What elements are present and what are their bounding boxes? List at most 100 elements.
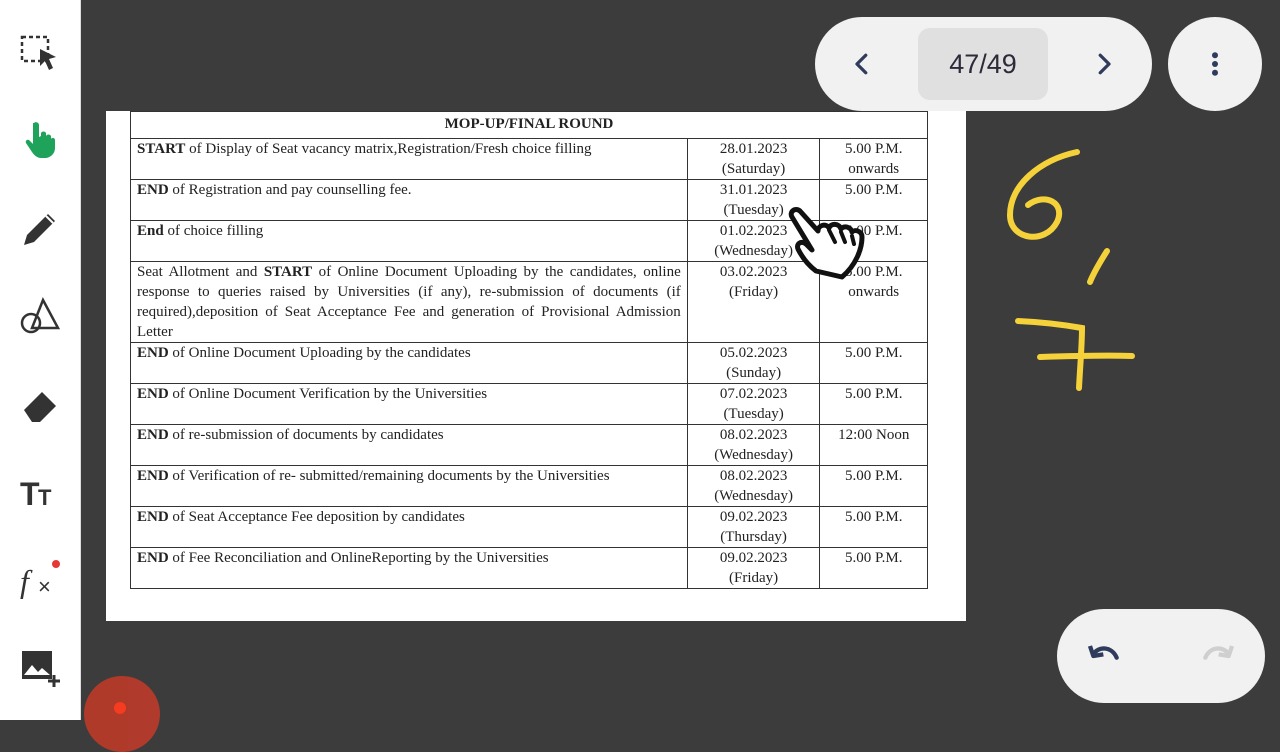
redo-icon xyxy=(1203,645,1235,660)
add-image-icon[interactable] xyxy=(16,643,64,691)
time-cell: 5.00 P.M. onwards xyxy=(819,138,928,180)
date-cell: 07.02.2023 (Tuesday) xyxy=(686,383,821,425)
day-value: (Tuesday) xyxy=(723,406,784,422)
history-controls xyxy=(1057,609,1265,703)
activity-keyword: END xyxy=(137,427,169,443)
table-row: END of Verification of re- submitted/rem… xyxy=(130,465,928,507)
activity-text: of Verification of re- submitted/remaini… xyxy=(168,468,610,484)
time-value: 5.00 P.M. xyxy=(844,182,903,198)
time-value: 5.00 P.M. xyxy=(844,345,903,361)
time-value: 5.00 P.M. xyxy=(844,141,903,157)
activity-text: of Online Document Verification by the U… xyxy=(168,386,488,402)
activity-cell: END of Seat Acceptance Fee deposition by… xyxy=(130,506,688,548)
redo-button[interactable] xyxy=(1193,632,1241,680)
date-cell: 09.02.2023 (Friday) xyxy=(686,547,821,589)
next-page-button[interactable] xyxy=(1080,40,1128,88)
hand-cursor-icon xyxy=(788,207,865,280)
time-value: 5.00 P.M. xyxy=(844,468,903,484)
date-value: 28.01.2023 xyxy=(719,141,788,157)
text-size-icon[interactable]: TT xyxy=(16,467,64,515)
time-value: 5.00 P.M. xyxy=(844,386,903,402)
activity-text: of choice filling xyxy=(163,223,264,239)
shapes-icon[interactable] xyxy=(16,292,64,340)
activity-text: of Fee Reconciliation and OnlineReportin… xyxy=(168,550,549,566)
formula-icon[interactable]: f × xyxy=(16,554,64,602)
previous-page-button[interactable] xyxy=(838,40,886,88)
activity-cell: END of Online Document Verification by t… xyxy=(130,383,688,425)
activity-prefix: Seat Allotment and xyxy=(137,264,264,280)
pdf-page: MOP-UP/FINAL ROUND START of Display of S… xyxy=(106,111,966,621)
date-value: 31.01.2023 xyxy=(719,182,788,198)
activity-text: of Registration and pay counselling fee. xyxy=(168,182,412,198)
table-row: END of Fee Reconciliation and OnlineRepo… xyxy=(130,547,928,589)
activity-cell: END of Registration and pay counselling … xyxy=(130,179,688,221)
eraser-icon[interactable] xyxy=(16,380,64,428)
activity-keyword: START xyxy=(263,264,313,280)
more-vertical-icon xyxy=(1212,52,1218,76)
time-cell: 5.00 P.M. xyxy=(819,506,928,548)
tool-sidebar: TT f × xyxy=(0,0,81,720)
time-cell: 5.00 P.M. xyxy=(819,465,928,507)
page-indicator[interactable]: 47/49 xyxy=(918,28,1048,100)
activity-cell: END of re-submission of documents by can… xyxy=(130,424,688,466)
table-row: END of Seat Acceptance Fee deposition by… xyxy=(130,506,928,548)
ink-six xyxy=(1006,149,1080,240)
date-cell: 05.02.2023 (Sunday) xyxy=(686,342,821,384)
table-row: END of Online Document Uploading by the … xyxy=(130,342,928,384)
time-cell: 5.00 P.M. xyxy=(819,547,928,589)
record-button[interactable] xyxy=(84,676,160,752)
activity-keyword: END xyxy=(137,182,169,198)
time-value: 5.00 P.M. xyxy=(844,509,903,525)
activity-cell: END of Verification of re- submitted/rem… xyxy=(130,465,688,507)
svg-text:×: × xyxy=(38,574,51,599)
date-cell: 08.02.2023 (Wednesday) xyxy=(686,424,821,466)
table-row: END of Online Document Verification by t… xyxy=(130,383,928,425)
date-value: 07.02.2023 xyxy=(719,386,788,402)
day-value: (Thursday) xyxy=(720,529,787,545)
table-row: START of Display of Seat vacancy matrix,… xyxy=(130,138,928,180)
pointer-hand-icon[interactable] xyxy=(16,115,64,163)
svg-text:f: f xyxy=(20,563,33,599)
more-options-button[interactable] xyxy=(1168,17,1262,111)
activity-keyword: START xyxy=(137,141,186,157)
pen-icon[interactable] xyxy=(16,205,64,253)
day-value: (Wednesday) xyxy=(714,488,793,504)
activity-text: of Online Document Uploading by the cand… xyxy=(168,345,471,361)
day-value: (Sunday) xyxy=(726,365,782,381)
date-cell: 09.02.2023 (Thursday) xyxy=(686,506,821,548)
time-suffix: onwards xyxy=(848,161,900,177)
table-title: MOP-UP/FINAL ROUND xyxy=(130,111,928,139)
activity-cell: Seat Allotment and START of Online Docum… xyxy=(130,261,688,343)
activity-keyword: END xyxy=(137,468,169,484)
activity-cell: END of Fee Reconciliation and OnlineRepo… xyxy=(130,547,688,589)
chevron-left-icon xyxy=(855,53,868,75)
time-value: 12:00 Noon xyxy=(838,427,910,443)
time-cell: 12:00 Noon xyxy=(819,424,928,466)
undo-icon xyxy=(1087,645,1119,660)
date-cell: 08.02.2023 (Wednesday) xyxy=(686,465,821,507)
undo-button[interactable] xyxy=(1081,632,1129,680)
date-value: 05.02.2023 xyxy=(719,345,788,361)
time-cell: 5.00 P.M. xyxy=(819,342,928,384)
activity-keyword: END xyxy=(137,509,169,525)
activity-text: of Display of Seat vacancy matrix,Regist… xyxy=(185,141,592,157)
date-value: 09.02.2023 xyxy=(719,550,788,566)
activity-text: of re-submission of documents by candida… xyxy=(168,427,444,443)
activity-text: of Seat Acceptance Fee deposition by can… xyxy=(168,509,465,525)
svg-text:T: T xyxy=(38,485,52,510)
day-value: (Saturday) xyxy=(721,161,786,177)
time-cell: 5.00 P.M. xyxy=(819,383,928,425)
ink-seven xyxy=(1015,318,1086,391)
record-dot-icon xyxy=(114,702,126,714)
ink-comma xyxy=(1087,248,1110,285)
ink-seven-bar xyxy=(1037,352,1135,360)
select-icon[interactable] xyxy=(16,29,64,77)
svg-text:T: T xyxy=(20,476,40,512)
page-navigator: 47/49 xyxy=(815,17,1152,111)
activity-cell: END of Online Document Uploading by the … xyxy=(130,342,688,384)
chevron-right-icon xyxy=(1098,53,1111,75)
day-value: (Wednesday) xyxy=(714,447,793,463)
date-value: 08.02.2023 xyxy=(719,427,788,443)
date-cell: 28.01.2023 (Saturday) xyxy=(686,138,821,180)
date-value: 08.02.2023 xyxy=(719,468,788,484)
